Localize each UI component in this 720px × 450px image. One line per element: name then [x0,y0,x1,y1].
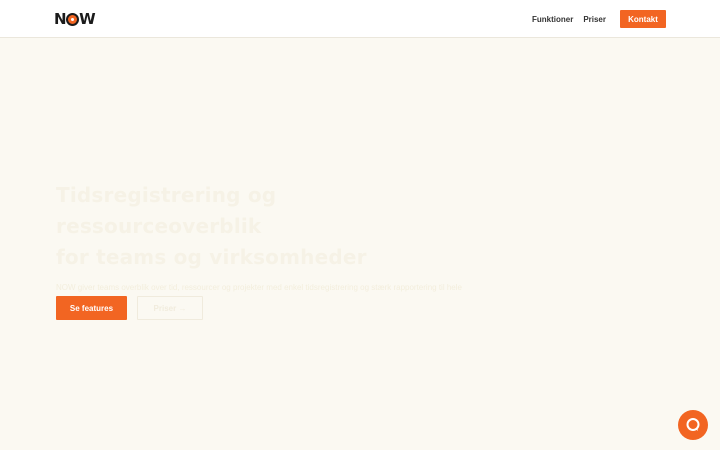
logo-letter-n: N [54,10,67,28]
hero-title: Tidsregistrering og ressourceoverblik fo… [56,180,486,273]
now-logo[interactable]: N W [54,10,96,28]
nav-priser[interactable]: Priser [583,15,606,24]
logo-o-icon [66,12,80,26]
see-features-button[interactable]: Se features [56,296,127,320]
hero-title-line1: Tidsregistrering og ressourceoverblik [56,183,277,238]
chat-bubble-icon [686,418,700,431]
contact-button[interactable]: Kontakt [620,10,666,28]
site-header: N W Funktioner Priser Kontakt [0,0,720,38]
prices-button[interactable]: Priser → [137,296,203,320]
nav-funktioner[interactable]: Funktioner [532,15,573,24]
hero-section: Tidsregistrering og ressourceoverblik fo… [56,180,486,309]
main-nav: Funktioner Priser Kontakt [532,0,666,38]
chat-launcher-button[interactable] [678,410,708,440]
hero-cta-row: Se features Priser → [56,296,203,320]
logo-letter-w: W [79,10,96,28]
hero-title-line2: for teams og virksomheder [56,245,367,269]
